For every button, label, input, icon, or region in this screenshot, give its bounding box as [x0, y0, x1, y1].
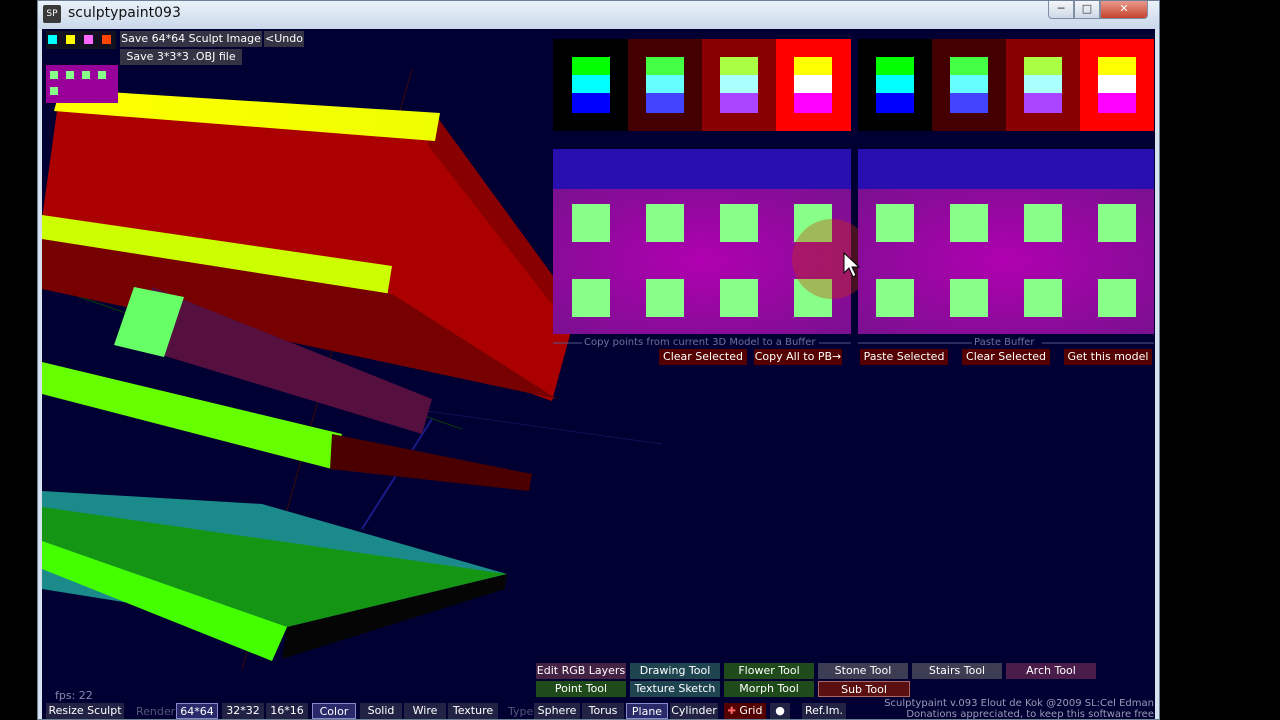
- close-button[interactable]: ✕: [1100, 1, 1148, 19]
- texture-sketch-button[interactable]: Texture Sketch: [630, 681, 720, 697]
- dark-strip: [330, 434, 532, 491]
- wire-mode-button[interactable]: Wire: [404, 703, 446, 719]
- layer-swatches[interactable]: [46, 31, 118, 103]
- save-obj-button[interactable]: Save 3*3*3 .OBJ file: [120, 49, 242, 65]
- lightbulb-icon: ●: [775, 704, 785, 717]
- window-title: sculptypaint093: [68, 5, 181, 21]
- undo-button[interactable]: <Undo: [264, 31, 304, 47]
- resize-sculpt-button[interactable]: Resize Sculpt: [46, 703, 124, 719]
- paste-buffer-top[interactable]: [858, 39, 1154, 131]
- paste-buffer-caption: Paste Buffer: [974, 337, 1035, 348]
- copy-buffer-caption: Copy points from current 3D Model to a B…: [584, 337, 816, 348]
- solid-mode-button[interactable]: Solid: [360, 703, 402, 719]
- size-16-button[interactable]: 16*16: [266, 703, 308, 719]
- app-window: SP sculptypaint093 ─ □ ✕ Save 64*64 Scul…: [37, 0, 1160, 720]
- app-canvas[interactable]: Save 64*64 Sculpt Image <Undo Save 3*3*3…: [42, 29, 1155, 719]
- morph-tool-button[interactable]: Morph Tool: [724, 681, 814, 697]
- render-label: Render: [136, 705, 176, 718]
- copy-all-to-pb-button[interactable]: Copy All to PB→: [754, 349, 842, 365]
- type-label: Type: [508, 705, 534, 718]
- clear-selected-copy-button[interactable]: Clear Selected: [659, 349, 747, 365]
- torus-type-button[interactable]: Torus: [582, 703, 624, 719]
- texture-mode-button[interactable]: Texture: [448, 703, 498, 719]
- reference-image-button[interactable]: Ref.Im.: [802, 703, 846, 719]
- copy-buffer-top[interactable]: [553, 39, 851, 131]
- color-mode-button[interactable]: Color: [312, 703, 356, 719]
- cylinder-type-button[interactable]: Cylinder: [670, 703, 718, 719]
- minimize-button[interactable]: ─: [1048, 1, 1074, 19]
- credit-line-2: Donations appreciated, to keep this soft…: [906, 709, 1154, 719]
- size-64-button[interactable]: 64*64: [176, 703, 218, 719]
- desktop: SP sculptypaint093 ─ □ ✕ Save 64*64 Scul…: [0, 0, 1280, 720]
- maximize-button[interactable]: □: [1074, 1, 1100, 19]
- app-icon: SP: [43, 5, 61, 23]
- grid-toggle-button[interactable]: ✚ Grid: [724, 703, 766, 719]
- drawing-tool-button[interactable]: Drawing Tool: [630, 663, 720, 679]
- size-32-button[interactable]: 32*32: [222, 703, 264, 719]
- grid-label: Grid: [739, 704, 763, 717]
- 3d-viewport[interactable]: [42, 29, 1155, 719]
- save-sculpt-image-button[interactable]: Save 64*64 Sculpt Image: [120, 31, 262, 47]
- paste-selected-button[interactable]: Paste Selected: [860, 349, 948, 365]
- light-toggle-button[interactable]: ●: [770, 703, 790, 719]
- clear-selected-paste-button[interactable]: Clear Selected: [962, 349, 1050, 365]
- fps-counter: fps: 22: [55, 689, 93, 702]
- paste-buffer-bottom[interactable]: [858, 149, 1154, 334]
- flower-tool-button[interactable]: Flower Tool: [724, 663, 814, 679]
- grid-icon: ✚: [727, 706, 736, 717]
- point-tool-button[interactable]: Point Tool: [536, 681, 626, 697]
- credit-line-1: Sculptypaint v.093 Elout de Kok @2009 SL…: [884, 698, 1154, 709]
- get-this-model-button[interactable]: Get this model: [1064, 349, 1152, 365]
- plane-type-button[interactable]: Plane: [626, 703, 668, 719]
- stairs-tool-button[interactable]: Stairs Tool: [912, 663, 1002, 679]
- sub-tool-button[interactable]: Sub Tool: [818, 681, 910, 697]
- copy-buffer-bottom[interactable]: [553, 149, 872, 334]
- arch-tool-button[interactable]: Arch Tool: [1006, 663, 1096, 679]
- credit-text: Sculptypaint v.093 Elout de Kok @2009 SL…: [878, 698, 1154, 719]
- stone-tool-button[interactable]: Stone Tool: [818, 663, 908, 679]
- edit-rgb-layers-button[interactable]: Edit RGB Layers: [536, 663, 626, 679]
- sphere-type-button[interactable]: Sphere: [534, 703, 580, 719]
- title-bar[interactable]: SP sculptypaint093 ─ □ ✕: [38, 1, 1159, 29]
